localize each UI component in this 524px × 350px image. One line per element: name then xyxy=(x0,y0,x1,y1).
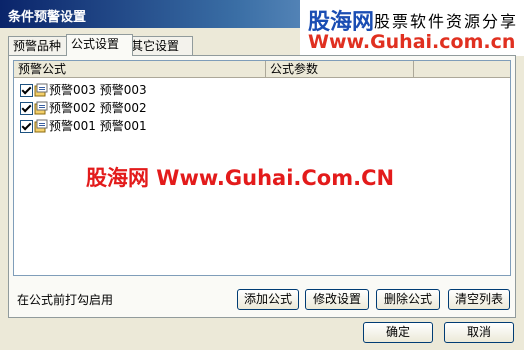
add-formula-button[interactable]: 添加公式 xyxy=(237,289,299,310)
formula-icon xyxy=(34,101,48,115)
tab-other-settings[interactable]: 其它设置 xyxy=(126,36,193,55)
checkbox[interactable] xyxy=(20,102,33,115)
ok-button[interactable]: 确定 xyxy=(363,322,433,343)
tab-label: 公式设置 xyxy=(71,37,120,51)
formula-icon xyxy=(34,119,48,133)
edit-settings-button[interactable]: 修改设置 xyxy=(305,289,369,310)
formula-icon xyxy=(34,83,48,97)
delete-formula-button[interactable]: 删除公式 xyxy=(376,289,440,310)
checkbox[interactable] xyxy=(20,84,33,97)
tab-label: 其它设置 xyxy=(131,39,180,53)
column-header-formula[interactable]: 预警公式 xyxy=(14,61,266,77)
list-item-label: 预警003 预警003 xyxy=(49,83,147,97)
dialog-window: 条件预警设置 股海网 股票软件资源分享 Www.Guhai.com.cn 预警品… xyxy=(0,0,524,350)
clear-list-button[interactable]: 清空列表 xyxy=(448,289,510,310)
list-item-label: 预警001 预警001 xyxy=(49,119,147,133)
list-header: 预警公式 公式参数 xyxy=(14,61,510,78)
hint-text: 在公式前打勾启用 xyxy=(17,293,114,307)
watermark-url: Www.Guhai.com.cn xyxy=(308,31,516,53)
tab-label: 预警品种 xyxy=(13,39,62,53)
column-header-params[interactable]: 公式参数 xyxy=(266,61,414,77)
watermark-tagline: 股票软件资源分享 xyxy=(374,12,519,31)
watermark-banner: 股海网 股票软件资源分享 Www.Guhai.com.cn xyxy=(300,0,524,56)
tab-warning-items[interactable]: 预警品种 xyxy=(8,36,75,55)
checkbox[interactable] xyxy=(20,120,33,133)
list-item-label: 预警002 预警002 xyxy=(49,101,147,115)
window-title: 条件预警设置 xyxy=(8,10,87,25)
cancel-button[interactable]: 取消 xyxy=(444,322,514,343)
watermark-text: 股海网 Www.Guhai.Com.CN xyxy=(86,166,395,190)
tab-formula-settings[interactable]: 公式设置 xyxy=(66,34,133,56)
